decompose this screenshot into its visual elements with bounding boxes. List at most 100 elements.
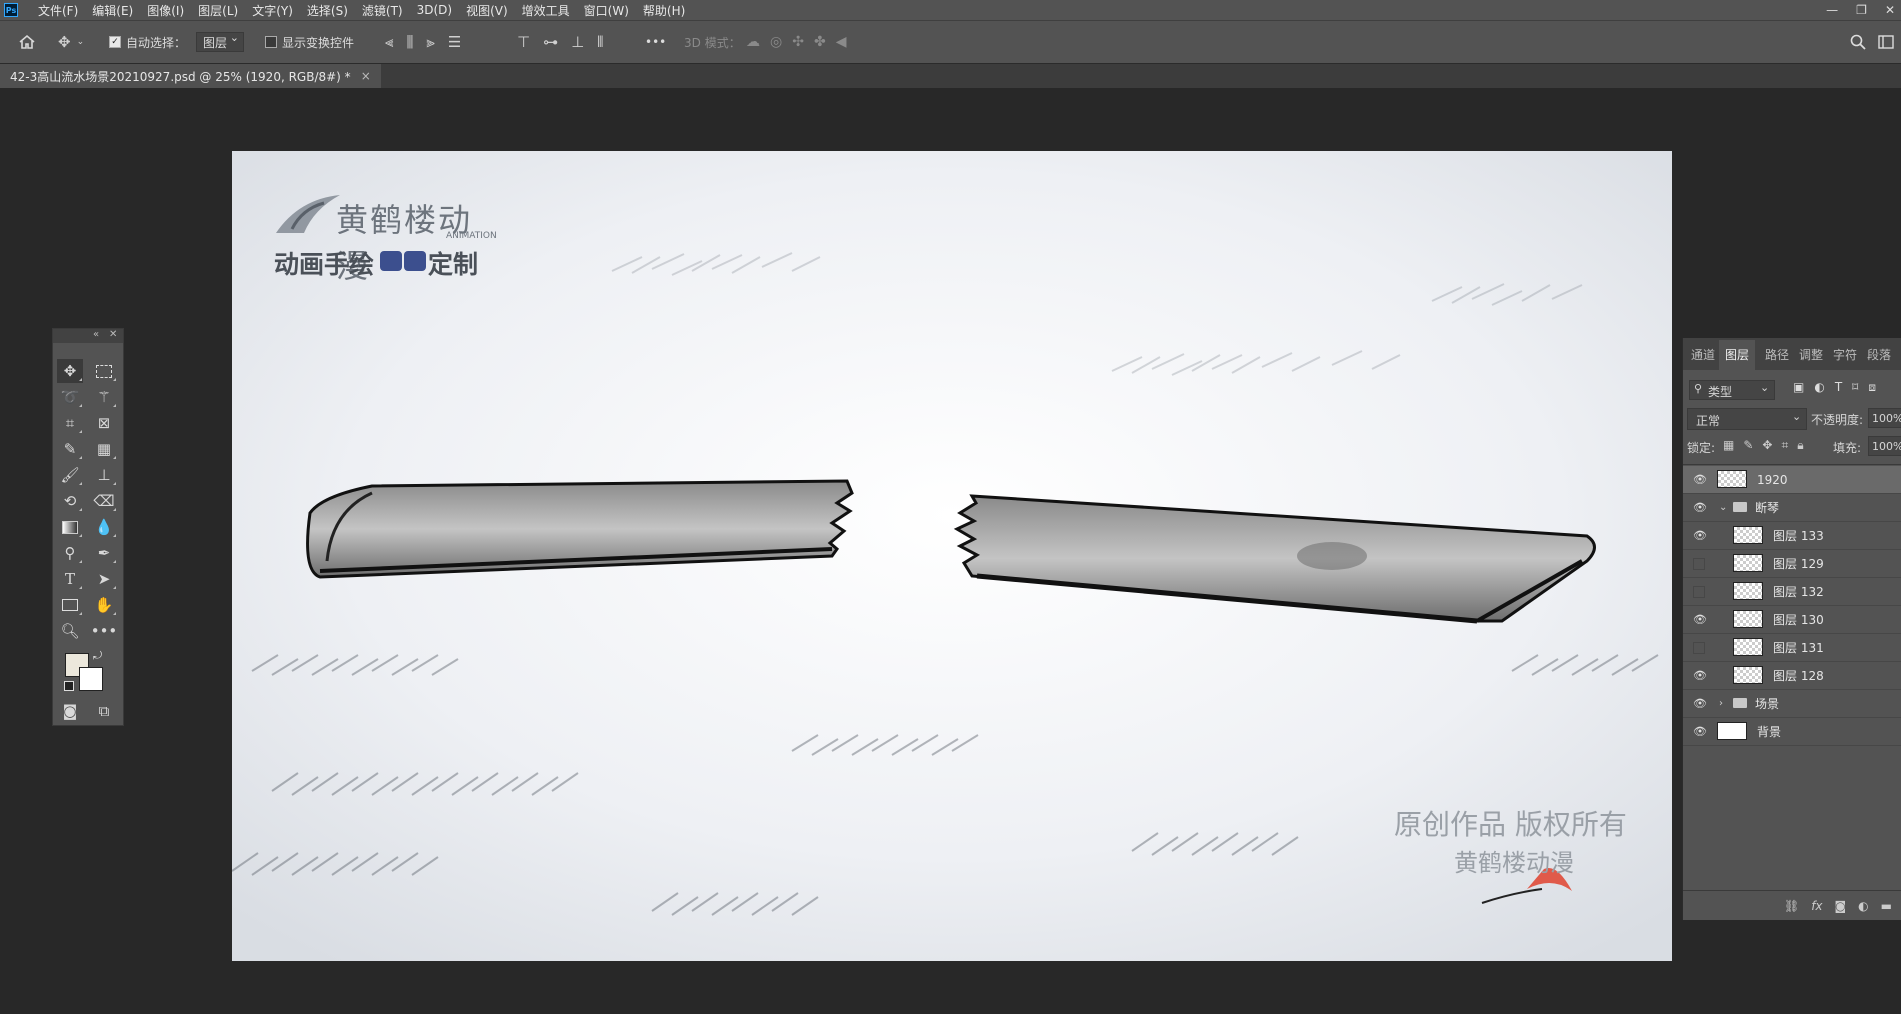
brush-tool[interactable]: 🖌 (57, 463, 83, 487)
folder-icon[interactable]: ▬ (1881, 899, 1892, 913)
close-window-icon[interactable]: ✕ (1885, 3, 1895, 17)
blur-tool[interactable]: 💧 (91, 515, 117, 539)
tab-layers[interactable]: 图层 (1719, 340, 1756, 371)
chevron-right-icon[interactable]: › (1719, 698, 1723, 709)
quick-mask-button[interactable]: ◙ (57, 699, 83, 723)
lock-artboard-icon[interactable]: ⌗ (1781, 438, 1788, 453)
home-button[interactable] (18, 21, 36, 63)
rectangle-tool[interactable] (57, 593, 83, 617)
hand-tool[interactable]: ✋ (91, 593, 117, 617)
patch-tool[interactable]: ▦ (91, 437, 117, 461)
smart-object-filter-icon[interactable]: ⧈ (1868, 380, 1876, 395)
layer-row[interactable]: 👁︎ 背景 (1683, 718, 1901, 746)
layer-row[interactable]: 👁︎ 图层 130 (1683, 606, 1901, 634)
restore-icon[interactable]: ❐ (1856, 3, 1867, 17)
3d-camera-icon[interactable]: ◀ (836, 34, 847, 50)
3d-slide-icon[interactable]: ✤ (814, 34, 826, 50)
document-tab[interactable]: 42-3高山流水场景20210927.psd @ 25% (1920, RGB/… (0, 64, 381, 88)
move-tool[interactable]: ✥ (57, 359, 83, 383)
layer-row[interactable]: 👁︎ 图层 133 (1683, 522, 1901, 550)
menu-edit[interactable]: 编辑(E) (92, 2, 133, 19)
lock-position-icon[interactable]: ✥ (1762, 438, 1772, 453)
layer-row[interactable]: 图层 129 (1683, 550, 1901, 578)
swap-colors-icon[interactable]: ⤾ (93, 649, 102, 663)
photoshop-logo-icon[interactable]: Ps (4, 3, 18, 17)
frame-tool[interactable]: ⊠ (91, 411, 117, 435)
pen-tool[interactable]: ✒ (91, 541, 117, 565)
stamp-tool[interactable]: ⊥ (91, 463, 117, 487)
magic-wand-tool[interactable]: ⚚ (91, 385, 117, 409)
workspace-button[interactable] (1878, 21, 1894, 63)
align-top-icon[interactable]: ⊤ (517, 33, 530, 51)
lasso-tool[interactable]: ➰ (57, 385, 83, 409)
more-options-button[interactable]: ••• (645, 21, 666, 63)
menu-view[interactable]: 视图(V) (466, 2, 508, 19)
visibility-eye-icon[interactable]: 👁︎ (1693, 669, 1707, 682)
lock-all-icon[interactable]: 🔒︎ (1797, 438, 1803, 453)
tools-panel-header[interactable]: « ✕ (53, 329, 123, 343)
link-icon[interactable]: ⛓ (1784, 899, 1799, 913)
fill-input[interactable]: 100% (1868, 436, 1901, 456)
blend-mode-dropdown[interactable]: 正常 ⌄ (1687, 408, 1807, 430)
menu-help[interactable]: 帮助(H) (643, 2, 685, 19)
adjustment-filter-icon[interactable]: ◐ (1814, 380, 1824, 395)
tab-adjustments[interactable]: 调整 (1799, 346, 1823, 363)
auto-select-target-dropdown[interactable]: 图层 (196, 31, 245, 52)
menu-type[interactable]: 文字(Y) (252, 2, 293, 19)
close-panel-icon[interactable]: ✕ (109, 329, 117, 340)
visibility-off-icon[interactable] (1693, 585, 1705, 598)
type-tool[interactable]: T (57, 567, 83, 591)
align-bottom-icon[interactable]: ⊥ (571, 33, 584, 51)
menu-window[interactable]: 窗口(W) (584, 2, 629, 19)
marquee-tool[interactable] (91, 359, 117, 383)
fx-icon[interactable]: fx (1811, 899, 1822, 913)
menu-filter[interactable]: 滤镜(T) (362, 2, 403, 19)
history-brush-tool[interactable]: ⟲ (57, 489, 83, 513)
screen-mode-button[interactable]: ⧉ (91, 699, 117, 723)
minimize-icon[interactable]: — (1826, 3, 1838, 17)
type-filter-icon[interactable]: T (1835, 380, 1842, 395)
menu-file[interactable]: 文件(F) (38, 2, 78, 19)
eraser-tool[interactable]: ⌫ (91, 489, 117, 513)
3d-pan-icon[interactable]: ✣ (792, 34, 804, 50)
move-tool-preset[interactable]: ✥ ⌄ (58, 21, 84, 63)
menu-select[interactable]: 选择(S) (307, 2, 348, 19)
lock-transparency-icon[interactable]: ▦ (1723, 438, 1734, 453)
layer-row[interactable]: 图层 132 (1683, 578, 1901, 606)
distribute-icon[interactable]: ☰ (448, 33, 461, 51)
align-right-icon[interactable]: ⫸ (426, 33, 434, 51)
layer-group-row[interactable]: 👁︎ ⌄ 断琴 (1683, 494, 1901, 522)
pixel-filter-icon[interactable]: ▣ (1793, 380, 1804, 395)
3d-roll-icon[interactable]: ◎ (770, 34, 782, 50)
visibility-eye-icon[interactable]: 👁︎ (1693, 529, 1707, 542)
close-tab-icon[interactable]: × (361, 69, 371, 83)
background-color-swatch[interactable] (79, 667, 103, 691)
crop-tool[interactable]: ⌗ (57, 411, 83, 435)
show-transform-checkbox[interactable]: 显示变换控件 (265, 21, 354, 63)
tab-paragraph[interactable]: 段落 (1867, 346, 1891, 363)
visibility-off-icon[interactable] (1693, 641, 1705, 654)
search-button[interactable] (1850, 21, 1866, 63)
document-canvas[interactable]: 黄鹤楼动漫 ANIMATION 动画手绘 定制 原创作品 版权所有 黄鹤楼动漫 (232, 151, 1672, 961)
layer-row[interactable]: 图层 131 (1683, 634, 1901, 662)
default-colors-icon[interactable] (64, 681, 74, 691)
3d-orbit-icon[interactable]: ☁ (746, 34, 760, 50)
menu-plugins[interactable]: 增效工具 (522, 2, 570, 19)
adjustment-icon[interactable]: ◐ (1858, 899, 1868, 913)
edit-toolbar-button[interactable]: ••• (91, 619, 118, 643)
auto-select-checkbox[interactable]: ✓ 自动选择： (109, 21, 186, 63)
tab-channels[interactable]: 通道 (1691, 346, 1715, 363)
menu-layer[interactable]: 图层(L) (198, 2, 238, 19)
eyedropper-tool[interactable]: ✎ (57, 437, 83, 461)
collapse-icon[interactable]: « (93, 329, 99, 340)
menu-image[interactable]: 图像(I) (147, 2, 184, 19)
distribute-vertical-icon[interactable]: ⫴ (597, 33, 603, 51)
tab-character[interactable]: 字符 (1833, 346, 1857, 363)
visibility-eye-icon[interactable]: 👁︎ (1693, 613, 1707, 626)
visibility-eye-icon[interactable]: 👁︎ (1693, 473, 1707, 486)
layer-row[interactable]: 👁︎ 1920 (1683, 466, 1901, 494)
align-vcenter-icon[interactable]: ⊶ (543, 33, 558, 51)
menu-3d[interactable]: 3D(D) (417, 3, 452, 17)
tab-paths[interactable]: 路径 (1765, 346, 1789, 363)
align-hcenter-icon[interactable]: ⫼ (406, 33, 413, 51)
